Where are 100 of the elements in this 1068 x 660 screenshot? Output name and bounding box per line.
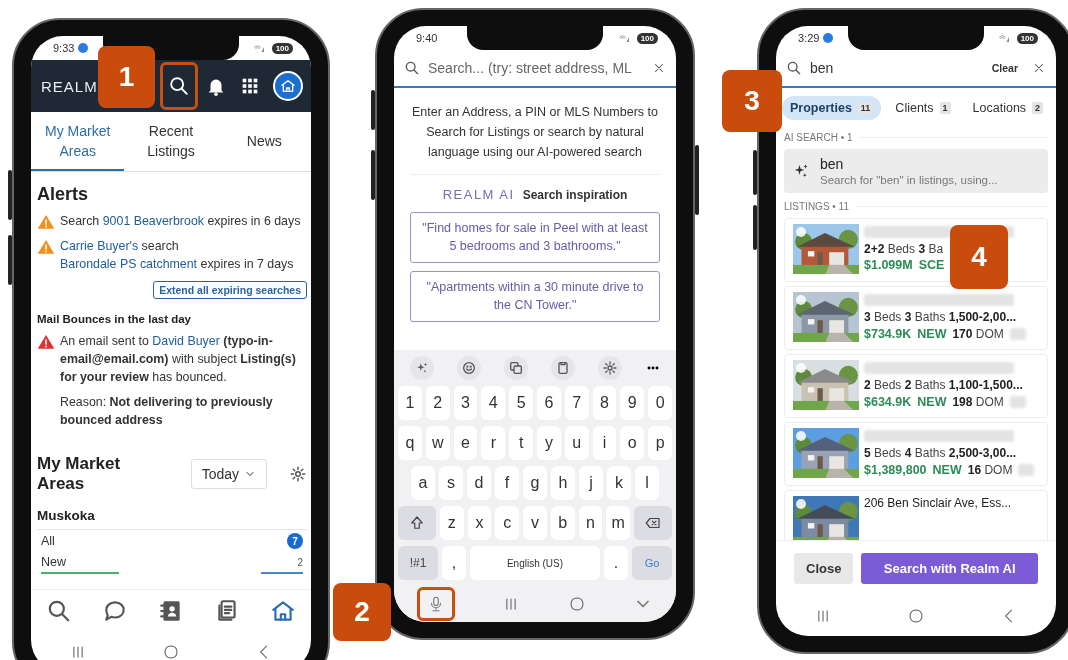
step-callout: 3	[722, 70, 782, 132]
keyboard-key[interactable]: .	[604, 546, 628, 580]
keyboard-key[interactable]: 7	[564, 386, 589, 420]
keyboard-key[interactable]: 9	[620, 386, 645, 420]
keyboard-key[interactable]: r	[481, 426, 506, 460]
listing-card[interactable]: 3 Beds 3 Baths 1,500-2,00... $734.9K NEW 170 DOM	[784, 286, 1048, 350]
category-tab[interactable]: Clients 1	[887, 96, 959, 120]
keyboard-key[interactable]: 1	[398, 386, 422, 420]
keyboard-key[interactable]: o	[620, 426, 645, 460]
search-icon	[46, 598, 72, 624]
keyboard-key[interactable]: English (US)	[470, 546, 600, 580]
section-title: Mail Bounces in the last day	[37, 313, 192, 326]
row-label[interactable]: New	[41, 555, 66, 570]
status-time: 3:29	[798, 32, 820, 44]
close-icon[interactable]	[1032, 61, 1046, 75]
shift-key[interactable]	[398, 506, 436, 540]
keyboard-key[interactable]: 0	[648, 386, 672, 420]
keyboard-key[interactable]: 3	[453, 386, 478, 420]
app-notification-icon	[78, 43, 89, 53]
search-icon[interactable]	[168, 75, 190, 97]
category-tab[interactable]: Properties 11	[782, 96, 882, 120]
keyboard-key[interactable]: 5	[509, 386, 533, 420]
count: 11	[857, 102, 874, 114]
keyboard-key[interactable]: y	[537, 426, 561, 460]
translate-icon[interactable]	[507, 360, 524, 376]
select-circle[interactable]	[796, 499, 806, 509]
listing-card[interactable]: 5 Beds 4 Baths 2,500-3,00... $1,389,800 NEW 16 DOM	[784, 422, 1048, 486]
listing-card[interactable]: 2 Beds 2 Baths 1,100-1,500... $634.9K NEW 198 DOM	[784, 354, 1048, 418]
ai-search-result[interactable]: ben Search for "ben" in listings, using...	[784, 149, 1048, 193]
tab[interactable]: Recent Listings	[124, 112, 218, 172]
keyboard-key[interactable]: a	[411, 466, 435, 500]
keyboard-key[interactable]: b	[550, 506, 575, 540]
keyboard-key[interactable]: w	[425, 426, 450, 460]
close-icon[interactable]	[652, 61, 666, 75]
select-circle[interactable]	[796, 227, 806, 237]
app-notification-icon	[823, 33, 834, 43]
keyboard-key[interactable]: p	[648, 426, 672, 460]
select-circle[interactable]	[796, 363, 806, 373]
alert-text: Search 9001 Beaverbrook expires in 6 days	[60, 213, 301, 231]
step-callout: 4	[950, 225, 1008, 289]
keyboard-key[interactable]: 2	[425, 386, 450, 420]
keyboard-key[interactable]: c	[495, 506, 520, 540]
keyboard-key[interactable]: !#1	[398, 546, 438, 580]
keyboard-key[interactable]: s	[439, 466, 463, 500]
link[interactable]: Barondale PS catchment	[60, 257, 198, 272]
search-field[interactable]: Search... (try: street address, ML	[428, 56, 644, 80]
close-button[interactable]: Close	[794, 553, 854, 584]
period-dropdown[interactable]: Today	[190, 459, 267, 490]
category-tab[interactable]: Locations 2	[964, 96, 1052, 120]
shift-icon	[408, 514, 426, 532]
link[interactable]: 9001 Beaverbrook	[102, 214, 204, 229]
search-icon	[404, 60, 420, 76]
area-title: Muskoka	[37, 508, 96, 524]
keyboard-key[interactable]: e	[453, 426, 478, 460]
tab[interactable]: My Market Areas	[31, 112, 125, 172]
link[interactable]: Carrie Buyer's	[60, 239, 139, 254]
link[interactable]: David Buyer	[152, 334, 220, 349]
keyboard-key[interactable]: ,	[442, 546, 466, 580]
keyboard-key[interactable]: l	[635, 466, 659, 500]
search-field[interactable]: ben	[810, 56, 978, 80]
keyboard-key[interactable]: 8	[592, 386, 617, 420]
backspace-key[interactable]	[634, 506, 672, 540]
chat-bubble-icon	[102, 598, 128, 624]
tab[interactable]: News	[217, 112, 311, 172]
keyboard-key[interactable]: v	[523, 506, 547, 540]
keyboard-key[interactable]: 4	[481, 386, 506, 420]
keyboard-key[interactable]: t	[509, 426, 533, 460]
keyboard-key[interactable]: h	[551, 466, 575, 500]
clear-button[interactable]: Clear	[985, 62, 1024, 74]
keyboard-key[interactable]: f	[495, 466, 519, 500]
select-circle[interactable]	[796, 431, 806, 441]
keyboard-key[interactable]: q	[398, 426, 422, 460]
count: 1	[939, 102, 951, 114]
smiley-icon[interactable]	[460, 360, 477, 376]
keyboard-key[interactable]: i	[592, 426, 617, 460]
keyboard-key[interactable]: m	[606, 506, 630, 540]
keyboard-key[interactable]: k	[607, 466, 631, 500]
settings-icon[interactable]	[601, 360, 618, 376]
keyboard-key[interactable]: g	[523, 466, 547, 500]
warning-icon	[37, 238, 55, 257]
suggestion-button[interactable]: "Find homes for sale in Peel with at least 5 bedrooms and 3 bathrooms."	[410, 212, 660, 263]
keyboard-key[interactable]: 6	[537, 386, 561, 420]
battery-indicator: 100	[1016, 32, 1038, 44]
keyboard-key[interactable]: j	[579, 466, 603, 500]
home-avatar[interactable]	[273, 71, 303, 101]
listing-price: $634.9K	[864, 395, 912, 409]
ai-search-button[interactable]: Search with Realm AI	[861, 553, 1038, 584]
result-title: ben	[820, 156, 845, 172]
keyboard-key[interactable]: u	[564, 426, 589, 460]
select-circle[interactable]	[796, 295, 806, 305]
days-on-market: 16 DOM	[967, 463, 1013, 477]
keyboard-key[interactable]: n	[578, 506, 603, 540]
battery-indicator: 100	[271, 42, 293, 54]
keyboard-key[interactable]: x	[467, 506, 492, 540]
keyboard-key[interactable]: d	[467, 466, 491, 500]
row-label[interactable]: All	[41, 534, 55, 549]
suggestion-button[interactable]: "Apartments within a 30 minute drive to the CN Tower."	[410, 271, 660, 322]
settings-icon[interactable]	[289, 465, 307, 484]
extend-button[interactable]: Extend all expiring searches	[153, 281, 307, 300]
keyboard-key[interactable]: z	[440, 506, 464, 540]
